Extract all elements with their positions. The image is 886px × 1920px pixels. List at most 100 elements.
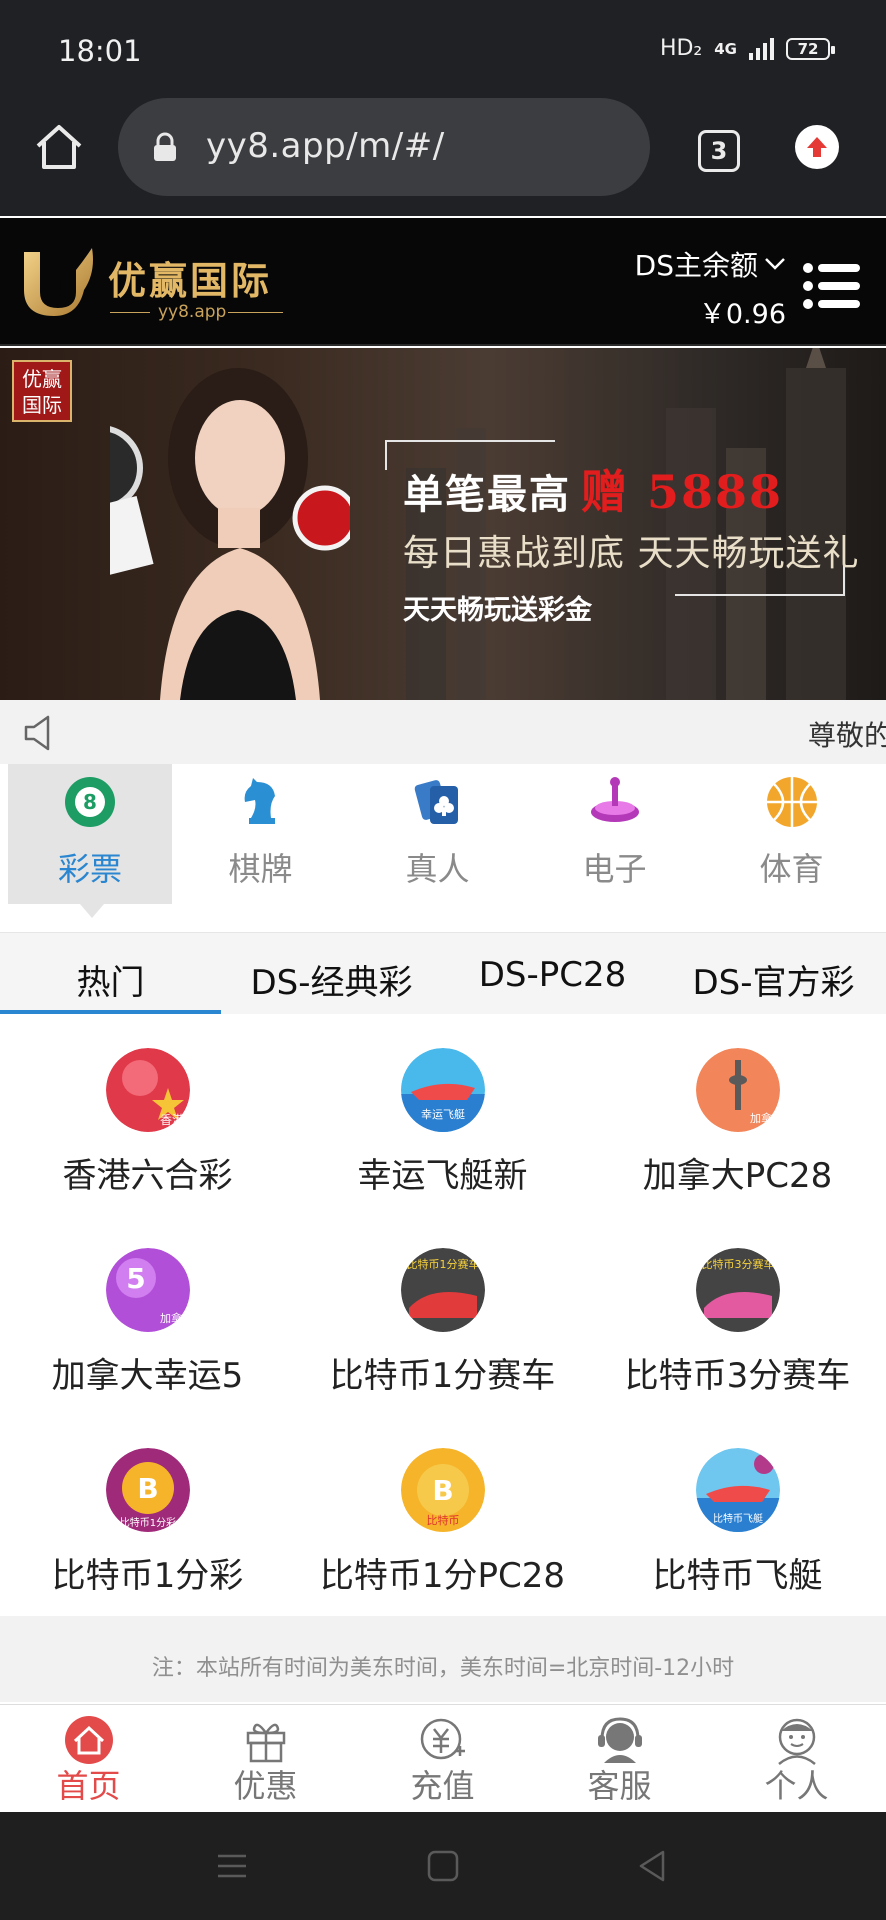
- bitcoin-1min-race-icon: 比特币1分赛车: [400, 1248, 485, 1332]
- home-icon: [64, 1716, 113, 1764]
- canada-pc28-icon: 加拿大: [695, 1048, 780, 1132]
- nav-home[interactable]: 首页: [0, 1705, 177, 1812]
- category-live[interactable]: 真人: [349, 764, 526, 904]
- game-name: 幸运飞艇新: [357, 1156, 528, 1196]
- site-header: 优赢国际 yy8.app DS主余额 ￥0.96: [0, 218, 886, 346]
- balance-selector[interactable]: DS主余额 ￥0.96: [635, 244, 786, 331]
- basketball-icon: [766, 777, 817, 827]
- recents-icon[interactable]: [214, 1848, 250, 1884]
- back-icon[interactable]: [635, 1848, 671, 1884]
- game-item[interactable]: 幸运飞艇 幸运飞艇新: [295, 1014, 590, 1214]
- url-text[interactable]: yy8.app/m/#/: [206, 126, 445, 166]
- game-item[interactable]: B 比特币 比特币1分PC28: [295, 1414, 590, 1614]
- home-icon[interactable]: [32, 120, 86, 174]
- svg-text:比特币1分赛车: 比特币1分赛车: [406, 1257, 479, 1271]
- banner-badge: 优赢国际: [12, 360, 72, 422]
- nav-label: 优惠: [233, 1767, 298, 1805]
- home-nav-icon[interactable]: [425, 1848, 461, 1884]
- svg-text:比特币飞艇: 比特币飞艇: [713, 1512, 763, 1525]
- game-item[interactable]: 香港 香港六合彩: [0, 1014, 295, 1214]
- tab-ds-classic[interactable]: DS-经典彩: [221, 933, 442, 1014]
- game-name: 比特币1分PC28: [319, 1556, 566, 1596]
- game-name: 比特币1分赛车: [329, 1356, 556, 1396]
- promo-banner[interactable]: 优赢国际 单笔最高赠 5888 每日惠战到底 天天畅玩送礼 天天畅玩送彩金: [0, 348, 886, 700]
- category-label: 体育: [759, 850, 824, 888]
- balance-amount: ￥0.96: [698, 299, 786, 330]
- category-label: 电子: [582, 850, 647, 888]
- category-lottery[interactable]: 8 彩票: [8, 764, 172, 918]
- phoenix-logo-icon: [24, 248, 93, 316]
- model-photo: [110, 368, 350, 700]
- slot-machine-icon: [590, 777, 639, 822]
- update-button[interactable]: [795, 125, 839, 169]
- announcement-marquee[interactable]: 尊敬的会: [0, 700, 886, 764]
- category-label: 真人: [405, 850, 470, 888]
- category-sports[interactable]: 体育: [703, 764, 880, 904]
- game-name: 比特币3分赛车: [624, 1356, 851, 1396]
- game-name: 比特币1分彩: [51, 1556, 244, 1596]
- lottery-ball-icon: 8: [65, 777, 115, 827]
- game-item[interactable]: 加拿大 加拿大PC28: [590, 1014, 885, 1214]
- url-bar[interactable]: yy8.app/m/#/: [118, 98, 650, 196]
- game-item[interactable]: B 比特币1分彩 比特币1分彩: [0, 1414, 295, 1614]
- tab-switcher-button[interactable]: 3: [698, 130, 740, 172]
- site-logo[interactable]: 优赢国际 yy8.app: [18, 240, 288, 330]
- category-slots[interactable]: 电子: [526, 764, 703, 904]
- lucky-boat-icon: 幸运飞艇: [400, 1048, 485, 1132]
- hk-lottery-icon: 香港: [105, 1048, 190, 1132]
- bottom-nav: 首页 优惠 充值 客服 个人: [0, 1704, 886, 1812]
- recharge-icon: [420, 1718, 465, 1760]
- status-icons: HD₂ 4G 72: [659, 36, 835, 61]
- game-item[interactable]: 比特币飞艇 比特币飞艇: [590, 1414, 885, 1614]
- game-item[interactable]: 比特币3分赛车 比特币3分赛车: [590, 1214, 885, 1414]
- banner-headline: 单笔最高赠 5888: [403, 465, 784, 519]
- nav-label: 个人: [764, 1767, 829, 1805]
- nav-label: 充值: [410, 1767, 475, 1805]
- nav-promotions[interactable]: 优惠: [177, 1705, 354, 1812]
- game-item[interactable]: 5 加拿大 加拿大幸运5: [0, 1214, 295, 1414]
- bitcoin-pc28-icon: B 比特币: [400, 1448, 485, 1532]
- svg-text:B: B: [432, 1474, 453, 1507]
- svg-text:8: 8: [83, 790, 97, 814]
- svg-text:幸运飞艇: 幸运飞艇: [421, 1107, 465, 1121]
- bitcoin-1min-lottery-icon: B 比特币1分彩: [105, 1448, 190, 1532]
- category-chess[interactable]: 棋牌: [172, 764, 349, 904]
- svg-text:比特币: 比特币: [426, 1513, 459, 1527]
- bitcoin-boat-icon: 比特币飞艇: [695, 1448, 780, 1532]
- network-indicator: HD₂: [659, 36, 703, 61]
- tab-hot[interactable]: 热门: [0, 933, 221, 1014]
- nav-recharge[interactable]: 充值: [354, 1705, 531, 1812]
- nav-customer-service[interactable]: 客服: [531, 1705, 708, 1812]
- svg-text:比特币1分彩: 比特币1分彩: [119, 1517, 175, 1529]
- banner-tagline: 天天畅玩送彩金: [403, 595, 592, 626]
- nav-label: 首页: [56, 1767, 121, 1805]
- game-name: 香港六合彩: [62, 1156, 233, 1196]
- svg-text:加拿大: 加拿大: [750, 1111, 780, 1125]
- bitcoin-3min-race-icon: 比特币3分赛车: [695, 1248, 780, 1332]
- chess-knight-icon: [244, 778, 275, 824]
- svg-text:香港: 香港: [160, 1113, 184, 1127]
- svg-text:比特币3分赛车: 比特币3分赛车: [701, 1257, 774, 1271]
- menu-icon[interactable]: [802, 262, 862, 310]
- game-item[interactable]: 比特币1分赛车 比特币1分赛车: [295, 1214, 590, 1414]
- browser-chrome: 18:01 HD₂ 4G 72 yy8.app/m/#/ 3: [0, 0, 886, 216]
- battery-icon: 72: [786, 37, 835, 60]
- category-label: 棋牌: [228, 850, 293, 888]
- svg-text:加拿大: 加拿大: [160, 1311, 190, 1325]
- banner-highlight: 赠 5888: [581, 465, 784, 519]
- canada-lucky5-icon: 5 加拿大: [105, 1248, 190, 1332]
- lottery-subtabs: 热门 DS-经典彩 DS-PC28 DS-官方彩: [0, 932, 886, 1014]
- chevron-down-icon: [765, 258, 785, 270]
- tab-ds-pc28[interactable]: DS-PC28: [442, 933, 663, 1014]
- nav-profile[interactable]: 个人: [708, 1705, 885, 1812]
- signal-type: 4G: [714, 39, 737, 58]
- nav-label: 客服: [587, 1767, 652, 1805]
- customer-service-icon: [597, 1717, 642, 1763]
- game-name: 加拿大幸运5: [51, 1356, 244, 1396]
- banner-subtitle: 每日惠战到底 天天畅玩送礼: [403, 533, 860, 574]
- signal-icon: [749, 37, 774, 60]
- tab-ds-official[interactable]: DS-官方彩: [663, 933, 884, 1014]
- announcement-text: 尊敬的会: [807, 719, 886, 752]
- category-label: 彩票: [57, 850, 122, 888]
- balance-label: DS主余额: [634, 249, 758, 282]
